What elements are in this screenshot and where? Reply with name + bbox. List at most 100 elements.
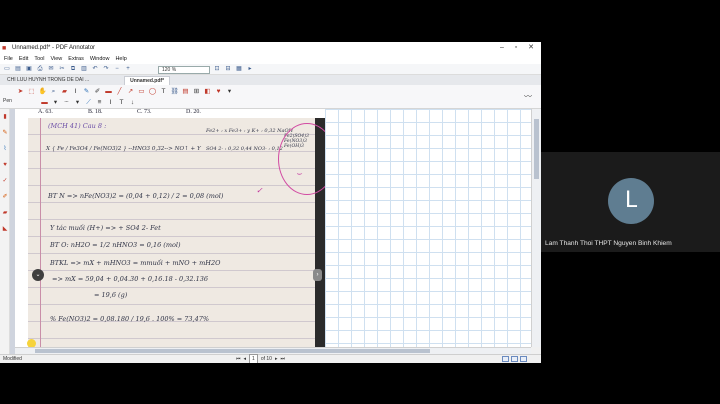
- continuous-view-icon[interactable]: [520, 356, 527, 362]
- tab-unnamed[interactable]: Unnamed.pdf*: [124, 76, 171, 85]
- ruler-icon[interactable]: ≡: [95, 98, 104, 107]
- prev-page-icon[interactable]: ◂: [244, 355, 247, 363]
- two-page-view-icon[interactable]: [511, 356, 518, 362]
- menu-extras[interactable]: Extras: [68, 56, 84, 62]
- image-icon[interactable]: ◧: [203, 87, 212, 96]
- maximize-icon[interactable]: ▫: [509, 42, 523, 54]
- line-icon[interactable]: ╱: [115, 87, 124, 96]
- line-style-dropdown-icon[interactable]: ▾: [73, 98, 82, 107]
- favorites-icon[interactable]: ♥: [1, 161, 9, 169]
- redo-icon[interactable]: ↷: [102, 65, 110, 73]
- close-icon[interactable]: ✕: [524, 42, 538, 54]
- zoom-field[interactable]: 120 %: [158, 66, 210, 74]
- horizontal-scrollbar[interactable]: [15, 347, 531, 354]
- next-page-icon[interactable]: ▸: [246, 65, 254, 73]
- vertical-scrollbar[interactable]: [531, 109, 541, 347]
- page-view-icon[interactable]: ▦: [235, 65, 243, 73]
- text-box-icon[interactable]: T: [159, 87, 168, 96]
- smooth-pen-icon[interactable]: ⟋: [84, 98, 93, 107]
- signature-icon[interactable]: 〰: [524, 91, 532, 102]
- participant-avatar: L: [608, 178, 654, 224]
- view-mode-buttons: [502, 356, 529, 362]
- handwritten-solution-photo: (MCH 41) Cau 8 : X { Fe / Fe3O4 / Fe(NO3…: [28, 118, 325, 347]
- arrow-icon[interactable]: ↗: [126, 87, 135, 96]
- single-page-view-icon[interactable]: [502, 356, 509, 362]
- brush-icon[interactable]: ✐: [1, 193, 9, 201]
- pencil-side-icon[interactable]: ✎: [1, 129, 9, 137]
- status-bar: Modified ⏮ ◂ 1 of 10 ▸ ⏭: [0, 354, 541, 363]
- stamp-icon[interactable]: ⊞: [192, 87, 201, 96]
- handwriting-line: = 19,6 (g): [94, 291, 128, 299]
- tab-chi-luu-huynh[interactable]: CHI LUU HUYNH TRONG DE DAI ...: [2, 76, 94, 85]
- handwriting-line: % Fe(NO3)2 = 0,08.180 / 19,6 . 100% = 73…: [50, 315, 210, 323]
- handwriting-line: SO4 2- : 0,32 0,44 NO3- : 0,12: [206, 146, 283, 152]
- menu-window[interactable]: Window: [90, 56, 110, 62]
- screen: ■ Unnamed.pdf* - PDF Annotator – ▫ ✕ Fil…: [0, 0, 720, 404]
- text-format-icon[interactable]: T: [117, 98, 126, 107]
- more-tools-icon[interactable]: ▾: [225, 87, 234, 96]
- zoom-in-icon[interactable]: +: [124, 65, 132, 73]
- title-bar: ■ Unnamed.pdf* - PDF Annotator – ▫ ✕: [0, 42, 541, 54]
- check-icon[interactable]: ✓: [1, 177, 9, 185]
- page-number-input[interactable]: 1: [249, 354, 258, 363]
- paste-icon[interactable]: ▥: [80, 65, 88, 73]
- first-page-icon[interactable]: ⏮: [236, 355, 241, 363]
- last-page-icon[interactable]: ⏭: [280, 355, 285, 363]
- open-icon[interactable]: ▤: [14, 65, 22, 73]
- highlighter-icon[interactable]: ▬: [104, 87, 113, 96]
- undo-icon[interactable]: ↶: [91, 65, 99, 73]
- menu-tool[interactable]: Tool: [34, 56, 44, 62]
- participant-tile[interactable]: L Lam Thanh Thoi THPT Nguyen Binh Khiem: [541, 152, 720, 252]
- fit-page-icon[interactable]: ⊡: [213, 65, 221, 73]
- color-picker-icon[interactable]: ▬: [40, 98, 49, 107]
- horizontal-scroll-thumb[interactable]: [35, 349, 430, 353]
- marker-side-icon[interactable]: ◣: [1, 225, 9, 233]
- link-icon[interactable]: ⛓: [170, 87, 179, 96]
- stamp-side-icon[interactable]: ▰: [1, 209, 9, 217]
- collapse-icon[interactable]: ⌄: [32, 269, 44, 281]
- download-icon[interactable]: ↓: [128, 98, 137, 107]
- copy-icon[interactable]: ⧉: [69, 65, 77, 73]
- vertical-scroll-thumb[interactable]: [534, 119, 539, 179]
- main-toolbar: ▭ ▤ ▣ ⎙ ✉ ✂ ⧉ ▥ ↶ ↷ − + ▾ ⊡ ⊟ ▦ ▸: [0, 64, 541, 75]
- heart-icon[interactable]: ♥: [214, 87, 223, 96]
- pointer-icon[interactable]: ➤: [16, 87, 25, 96]
- note-icon[interactable]: ▤: [181, 87, 190, 96]
- participant-name: Lam Thanh Thoi THPT Nguyen Binh Khiem: [545, 240, 672, 247]
- pen-icon[interactable]: ✎: [82, 87, 91, 96]
- text-cursor-icon[interactable]: Ⅰ: [106, 98, 115, 107]
- rectangle-icon[interactable]: ▭: [137, 87, 146, 96]
- line-width-icon[interactable]: ▾: [51, 98, 60, 107]
- status-text: Modified: [3, 356, 22, 362]
- hand-icon[interactable]: ✋: [38, 87, 47, 96]
- ellipse-icon[interactable]: ◯: [148, 87, 157, 96]
- bookmark-icon[interactable]: ▮: [1, 113, 9, 121]
- menu-help[interactable]: Help: [115, 56, 126, 62]
- handwriting-line: Y tác muối (H+) => + SO4 2- Fet: [50, 224, 161, 232]
- menu-file[interactable]: File: [4, 56, 13, 62]
- side-arrow-icon[interactable]: ›: [313, 269, 322, 281]
- eraser-icon[interactable]: ▰: [60, 87, 69, 96]
- annotation-tool-row-1: ➤ ⬚ ✋ ⌕ ▰ Ⅰ ✎ ✐ ▬ ╱ ↗ ▭ ◯ T ⛓ ▤ ⊞ ◧ ♥ ▾: [16, 86, 236, 96]
- attachment-icon[interactable]: ⌇: [1, 145, 9, 153]
- window-title: Unnamed.pdf* - PDF Annotator: [12, 45, 96, 51]
- print-icon[interactable]: ⎙: [36, 65, 44, 73]
- text-select-icon[interactable]: Ⅰ: [71, 87, 80, 96]
- magnifier-icon[interactable]: ⌕: [49, 87, 58, 96]
- cut-icon[interactable]: ✂: [58, 65, 66, 73]
- minimize-icon[interactable]: –: [495, 42, 509, 54]
- grid-paper-area: [325, 109, 531, 347]
- zoom-out-icon[interactable]: −: [113, 65, 121, 73]
- new-icon[interactable]: ▭: [3, 65, 11, 73]
- email-icon[interactable]: ✉: [47, 65, 55, 73]
- select-icon[interactable]: ⬚: [27, 87, 36, 96]
- menu-edit[interactable]: Edit: [19, 56, 28, 62]
- line-style-icon[interactable]: ┄: [62, 98, 71, 107]
- marker-icon[interactable]: ✐: [93, 87, 102, 96]
- pink-mark-annotation: ⌣: [296, 168, 302, 178]
- fit-width-icon[interactable]: ⊟: [224, 65, 232, 73]
- menu-view[interactable]: View: [50, 56, 62, 62]
- notebook-margin: [40, 118, 41, 347]
- next-page-nav-icon[interactable]: ▸: [275, 355, 278, 363]
- save-icon[interactable]: ▣: [25, 65, 33, 73]
